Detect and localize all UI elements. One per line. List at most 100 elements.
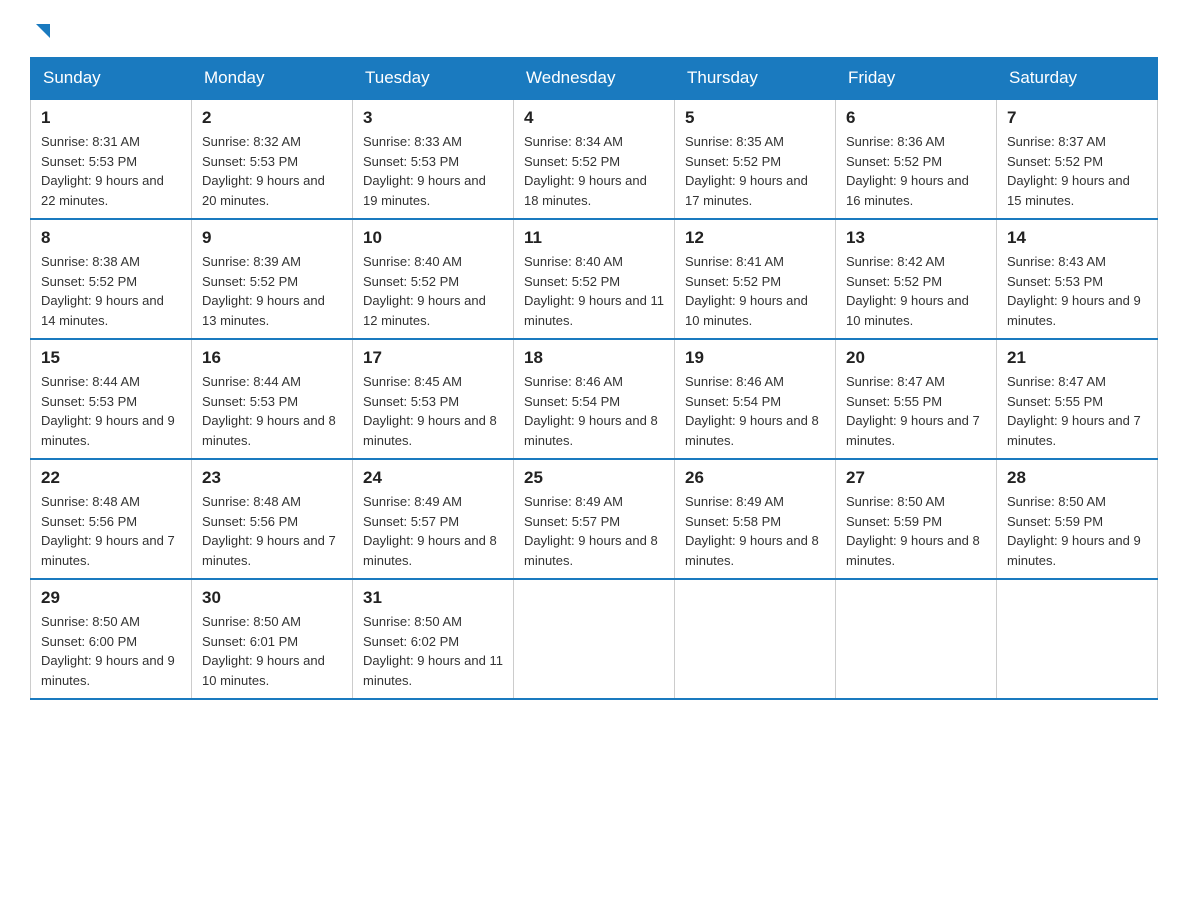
calendar-table: SundayMondayTuesdayWednesdayThursdayFrid… [30,57,1158,700]
calendar-cell: 24 Sunrise: 8:49 AMSunset: 5:57 PMDaylig… [353,459,514,579]
day-info: Sunrise: 8:47 AMSunset: 5:55 PMDaylight:… [846,374,980,448]
calendar-cell: 18 Sunrise: 8:46 AMSunset: 5:54 PMDaylig… [514,339,675,459]
calendar-cell: 4 Sunrise: 8:34 AMSunset: 5:52 PMDayligh… [514,99,675,219]
day-info: Sunrise: 8:40 AMSunset: 5:52 PMDaylight:… [524,254,664,328]
day-info: Sunrise: 8:50 AMSunset: 6:02 PMDaylight:… [363,614,503,688]
day-info: Sunrise: 8:32 AMSunset: 5:53 PMDaylight:… [202,134,325,208]
calendar-week-5: 29 Sunrise: 8:50 AMSunset: 6:00 PMDaylig… [31,579,1158,699]
calendar-cell: 7 Sunrise: 8:37 AMSunset: 5:52 PMDayligh… [997,99,1158,219]
day-number: 20 [846,348,986,368]
calendar-week-4: 22 Sunrise: 8:48 AMSunset: 5:56 PMDaylig… [31,459,1158,579]
calendar-week-3: 15 Sunrise: 8:44 AMSunset: 5:53 PMDaylig… [31,339,1158,459]
day-number: 10 [363,228,503,248]
day-info: Sunrise: 8:33 AMSunset: 5:53 PMDaylight:… [363,134,486,208]
calendar-week-1: 1 Sunrise: 8:31 AMSunset: 5:53 PMDayligh… [31,99,1158,219]
day-info: Sunrise: 8:43 AMSunset: 5:53 PMDaylight:… [1007,254,1141,328]
day-info: Sunrise: 8:47 AMSunset: 5:55 PMDaylight:… [1007,374,1141,448]
weekday-header-monday: Monday [192,58,353,100]
calendar-cell: 30 Sunrise: 8:50 AMSunset: 6:01 PMDaylig… [192,579,353,699]
day-info: Sunrise: 8:42 AMSunset: 5:52 PMDaylight:… [846,254,969,328]
day-info: Sunrise: 8:44 AMSunset: 5:53 PMDaylight:… [41,374,175,448]
calendar-cell [514,579,675,699]
day-number: 8 [41,228,181,248]
calendar-cell [675,579,836,699]
day-info: Sunrise: 8:48 AMSunset: 5:56 PMDaylight:… [41,494,175,568]
calendar-cell: 12 Sunrise: 8:41 AMSunset: 5:52 PMDaylig… [675,219,836,339]
calendar-cell: 21 Sunrise: 8:47 AMSunset: 5:55 PMDaylig… [997,339,1158,459]
day-number: 27 [846,468,986,488]
day-number: 4 [524,108,664,128]
day-number: 29 [41,588,181,608]
day-info: Sunrise: 8:35 AMSunset: 5:52 PMDaylight:… [685,134,808,208]
weekday-header-friday: Friday [836,58,997,100]
day-number: 30 [202,588,342,608]
day-info: Sunrise: 8:49 AMSunset: 5:58 PMDaylight:… [685,494,819,568]
calendar-cell [997,579,1158,699]
day-info: Sunrise: 8:49 AMSunset: 5:57 PMDaylight:… [363,494,497,568]
day-info: Sunrise: 8:50 AMSunset: 6:01 PMDaylight:… [202,614,325,688]
day-number: 18 [524,348,664,368]
calendar-cell: 20 Sunrise: 8:47 AMSunset: 5:55 PMDaylig… [836,339,997,459]
day-info: Sunrise: 8:38 AMSunset: 5:52 PMDaylight:… [41,254,164,328]
day-number: 11 [524,228,664,248]
calendar-cell: 13 Sunrise: 8:42 AMSunset: 5:52 PMDaylig… [836,219,997,339]
calendar-cell: 17 Sunrise: 8:45 AMSunset: 5:53 PMDaylig… [353,339,514,459]
day-number: 1 [41,108,181,128]
day-number: 23 [202,468,342,488]
calendar-cell: 16 Sunrise: 8:44 AMSunset: 5:53 PMDaylig… [192,339,353,459]
day-number: 9 [202,228,342,248]
day-number: 22 [41,468,181,488]
calendar-cell: 19 Sunrise: 8:46 AMSunset: 5:54 PMDaylig… [675,339,836,459]
day-number: 28 [1007,468,1147,488]
day-info: Sunrise: 8:45 AMSunset: 5:53 PMDaylight:… [363,374,497,448]
day-info: Sunrise: 8:50 AMSunset: 5:59 PMDaylight:… [846,494,980,568]
day-number: 6 [846,108,986,128]
day-number: 24 [363,468,503,488]
day-info: Sunrise: 8:37 AMSunset: 5:52 PMDaylight:… [1007,134,1130,208]
day-info: Sunrise: 8:39 AMSunset: 5:52 PMDaylight:… [202,254,325,328]
day-number: 16 [202,348,342,368]
day-info: Sunrise: 8:41 AMSunset: 5:52 PMDaylight:… [685,254,808,328]
day-info: Sunrise: 8:46 AMSunset: 5:54 PMDaylight:… [685,374,819,448]
day-number: 5 [685,108,825,128]
calendar-cell: 6 Sunrise: 8:36 AMSunset: 5:52 PMDayligh… [836,99,997,219]
day-number: 12 [685,228,825,248]
weekday-header-thursday: Thursday [675,58,836,100]
day-info: Sunrise: 8:40 AMSunset: 5:52 PMDaylight:… [363,254,486,328]
calendar-week-2: 8 Sunrise: 8:38 AMSunset: 5:52 PMDayligh… [31,219,1158,339]
day-number: 25 [524,468,664,488]
calendar-cell: 23 Sunrise: 8:48 AMSunset: 5:56 PMDaylig… [192,459,353,579]
calendar-cell: 11 Sunrise: 8:40 AMSunset: 5:52 PMDaylig… [514,219,675,339]
day-number: 31 [363,588,503,608]
logo [30,20,54,47]
calendar-cell: 2 Sunrise: 8:32 AMSunset: 5:53 PMDayligh… [192,99,353,219]
day-info: Sunrise: 8:31 AMSunset: 5:53 PMDaylight:… [41,134,164,208]
calendar-cell: 25 Sunrise: 8:49 AMSunset: 5:57 PMDaylig… [514,459,675,579]
day-number: 3 [363,108,503,128]
calendar-cell: 31 Sunrise: 8:50 AMSunset: 6:02 PMDaylig… [353,579,514,699]
day-number: 15 [41,348,181,368]
calendar-cell: 22 Sunrise: 8:48 AMSunset: 5:56 PMDaylig… [31,459,192,579]
calendar-cell: 26 Sunrise: 8:49 AMSunset: 5:58 PMDaylig… [675,459,836,579]
calendar-cell: 28 Sunrise: 8:50 AMSunset: 5:59 PMDaylig… [997,459,1158,579]
calendar-cell: 5 Sunrise: 8:35 AMSunset: 5:52 PMDayligh… [675,99,836,219]
calendar-cell: 29 Sunrise: 8:50 AMSunset: 6:00 PMDaylig… [31,579,192,699]
day-info: Sunrise: 8:34 AMSunset: 5:52 PMDaylight:… [524,134,647,208]
calendar-cell: 15 Sunrise: 8:44 AMSunset: 5:53 PMDaylig… [31,339,192,459]
day-info: Sunrise: 8:46 AMSunset: 5:54 PMDaylight:… [524,374,658,448]
day-info: Sunrise: 8:49 AMSunset: 5:57 PMDaylight:… [524,494,658,568]
weekday-header-row: SundayMondayTuesdayWednesdayThursdayFrid… [31,58,1158,100]
day-info: Sunrise: 8:44 AMSunset: 5:53 PMDaylight:… [202,374,336,448]
day-number: 26 [685,468,825,488]
day-number: 7 [1007,108,1147,128]
weekday-header-wednesday: Wednesday [514,58,675,100]
calendar-cell: 3 Sunrise: 8:33 AMSunset: 5:53 PMDayligh… [353,99,514,219]
calendar-cell: 8 Sunrise: 8:38 AMSunset: 5:52 PMDayligh… [31,219,192,339]
calendar-cell: 10 Sunrise: 8:40 AMSunset: 5:52 PMDaylig… [353,219,514,339]
weekday-header-tuesday: Tuesday [353,58,514,100]
day-number: 2 [202,108,342,128]
calendar-cell [836,579,997,699]
day-info: Sunrise: 8:48 AMSunset: 5:56 PMDaylight:… [202,494,336,568]
calendar-cell: 9 Sunrise: 8:39 AMSunset: 5:52 PMDayligh… [192,219,353,339]
logo-arrow-icon [32,20,54,47]
